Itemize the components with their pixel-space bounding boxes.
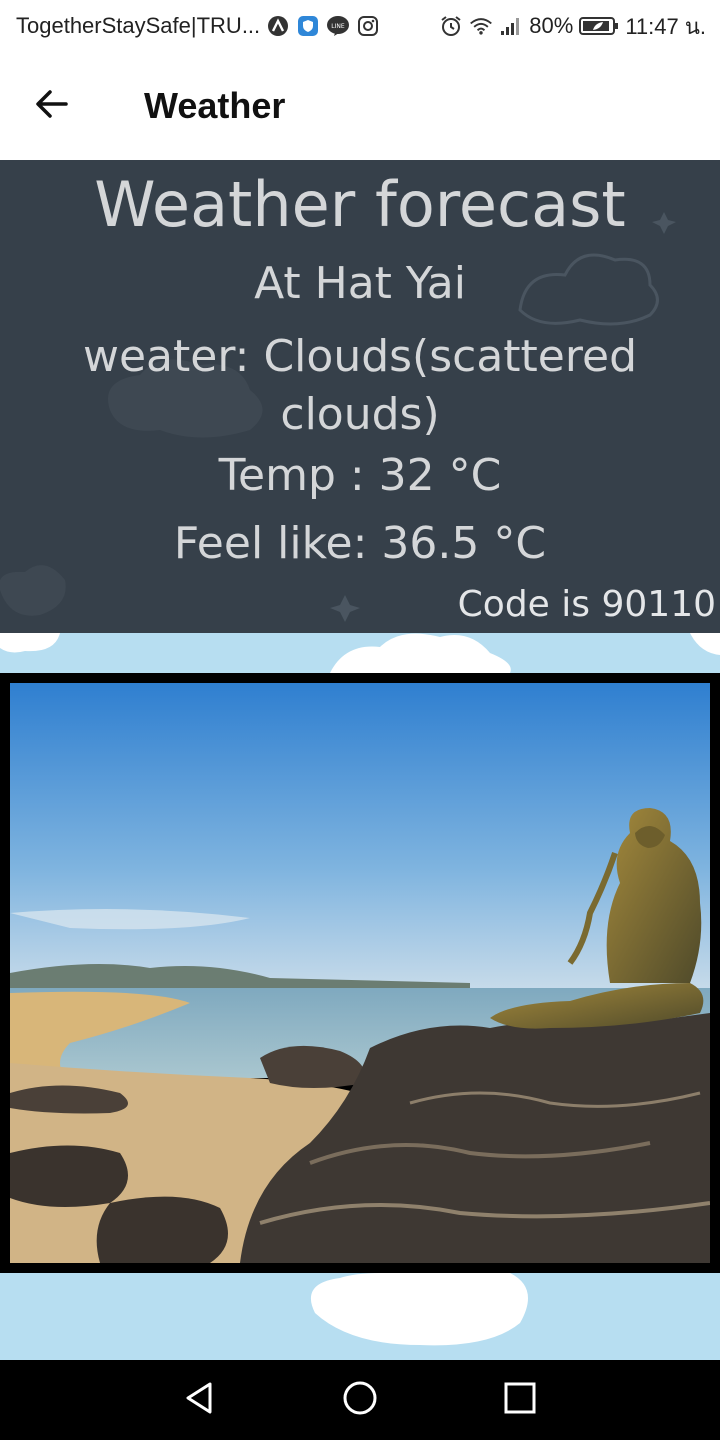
forecast-code: Code is 90110 [457, 584, 716, 625]
back-triangle-icon [182, 1380, 218, 1421]
forecast-feels-like: Feel like: 36.5 °C [173, 518, 547, 569]
recents-square-icon [503, 1381, 537, 1420]
app-bar: Weather [0, 52, 720, 160]
shield-icon [296, 14, 320, 38]
forecast-location: At Hat Yai [254, 258, 466, 309]
app-a-icon [266, 14, 290, 38]
battery-percent: 80% [529, 13, 574, 38]
system-nav-bar [0, 1360, 720, 1440]
alarm-icon [439, 14, 463, 38]
back-button[interactable] [0, 56, 104, 156]
nav-recents-button[interactable] [480, 1360, 560, 1440]
nav-home-button[interactable] [320, 1360, 400, 1440]
nav-back-button[interactable] [160, 1360, 240, 1440]
photo-frame [0, 673, 720, 1273]
svg-text:LINE: LINE [331, 23, 345, 30]
forecast-temperature: Temp : 32 °C [218, 450, 502, 501]
clock: 11:47 น. [625, 13, 706, 39]
signal-icon [499, 14, 523, 38]
line-icon: LINE [326, 14, 350, 38]
status-bar: TogetherStaySafe|TRU... LINE 80% 11:47 น… [0, 0, 720, 52]
home-circle-icon [342, 1380, 378, 1421]
forecast-heading: Weather forecast [94, 168, 626, 241]
status-left: TogetherStaySafe|TRU... LINE [16, 13, 439, 39]
arrow-left-icon [34, 86, 70, 127]
status-right: 80% 11:47 น. [439, 9, 706, 44]
forecast-condition: weater: Clouds(scattered clouds) [82, 331, 638, 440]
status-notification-text: TogetherStaySafe|TRU... [16, 13, 261, 38]
forecast-panel: Weather forecast At Hat Yai weater: Clou… [0, 160, 720, 633]
wifi-icon [469, 14, 493, 38]
battery-icon [579, 14, 619, 38]
page-title: Weather [144, 85, 286, 126]
instagram-icon [356, 14, 380, 38]
hat-yai-beach-photo [10, 683, 710, 1263]
